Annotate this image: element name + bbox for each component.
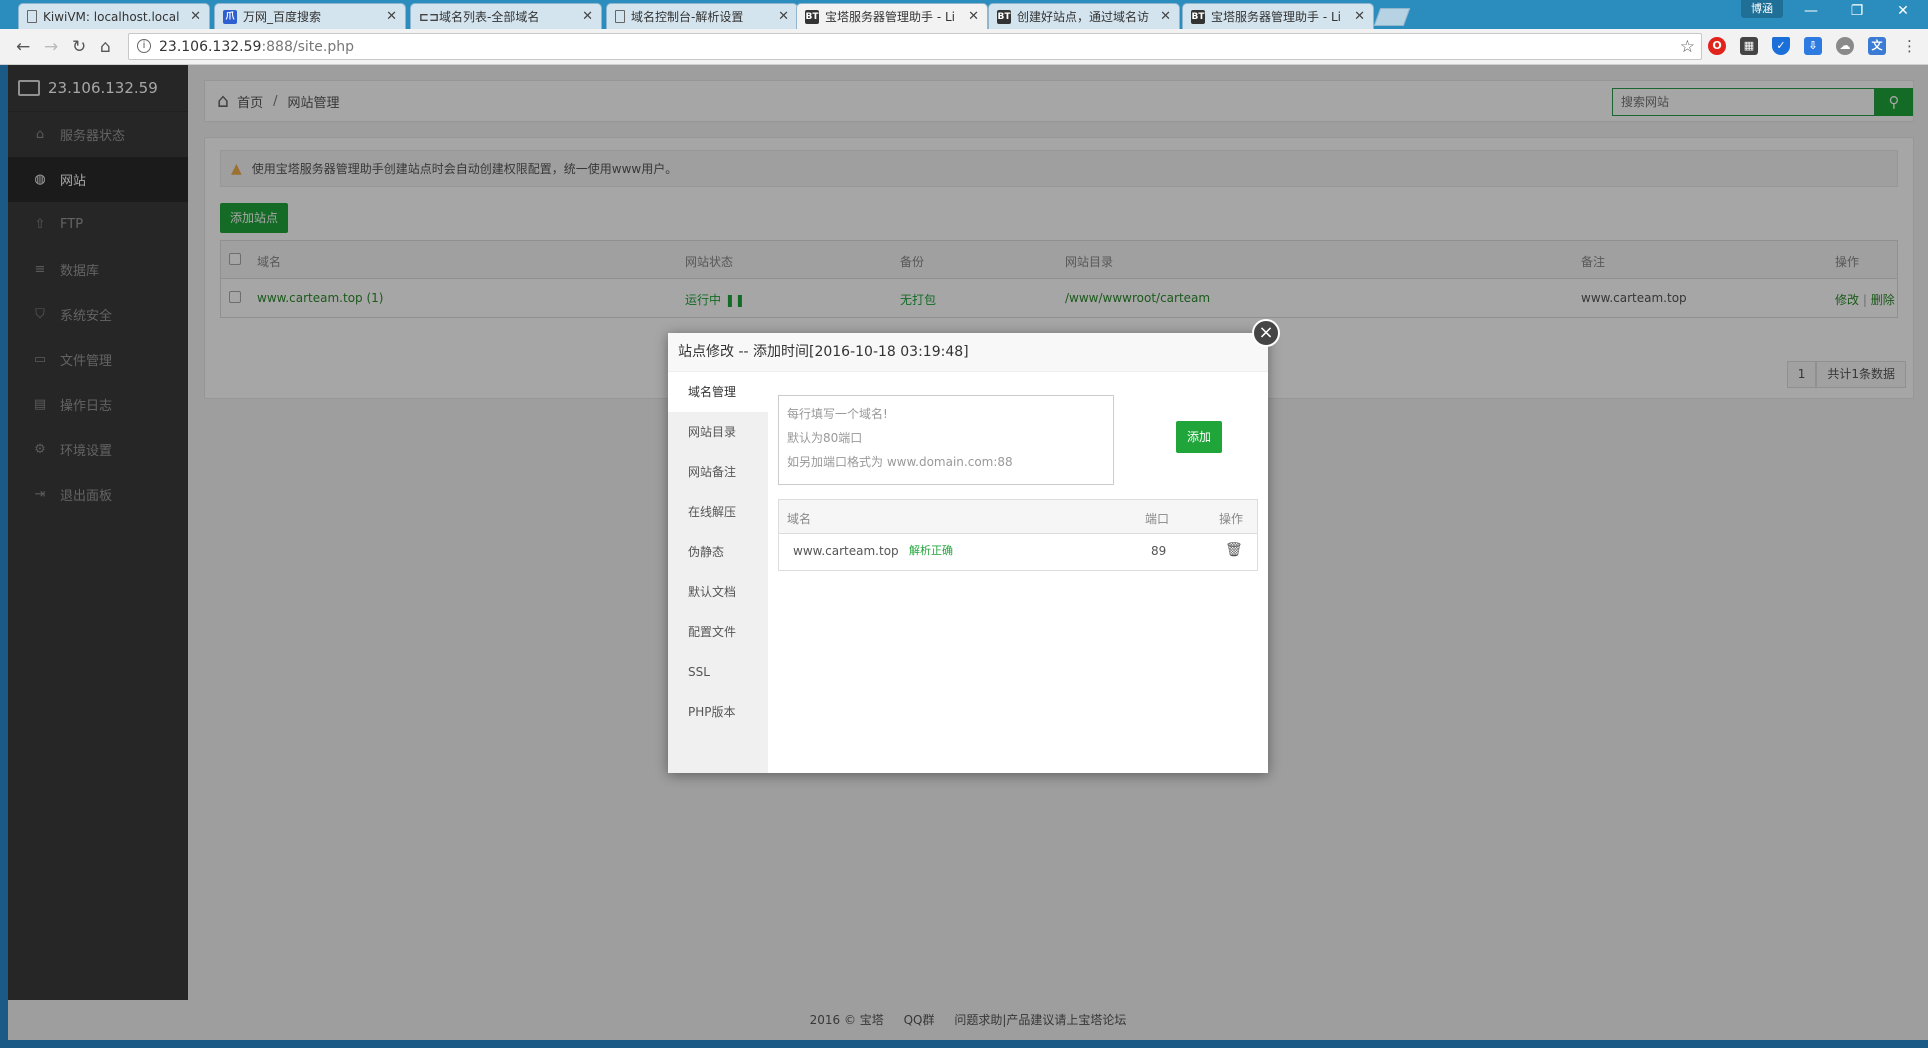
back-icon[interactable]: ← <box>16 37 30 57</box>
header-ops: 操作 <box>1219 512 1244 526</box>
opera-extension-icon[interactable]: O <box>1708 37 1726 55</box>
domain-textarea[interactable]: 每行填写一个域名! 默认为80端口 如另加端口格式为 www.domain.co… <box>778 395 1114 485</box>
textarea-hint: 每行填写一个域名! <box>787 407 888 421</box>
trash-icon[interactable]: 🗑 <box>1225 542 1243 558</box>
browser-tab[interactable]: KiwiVM: localhost.local ✕ <box>18 3 210 29</box>
close-icon[interactable]: ✕ <box>190 9 201 24</box>
bt-icon: BT <box>805 9 819 24</box>
bt-icon: BT <box>1191 9 1205 24</box>
resolve-status[interactable]: 解析正确 <box>909 542 953 558</box>
browser-tab-active[interactable]: BT 宝塔服务器管理助手 - Li ✕ <box>796 3 988 29</box>
browser-tab-bar: KiwiVM: localhost.local ✕ 爪 万网_百度搜索 ✕ ⊏⊐… <box>0 0 1928 29</box>
dialog-title: 站点修改 -- 添加时间[2016-10-18 03:19:48] <box>668 333 1268 372</box>
add-domain-button[interactable]: 添加 <box>1176 421 1222 453</box>
domain-table: 域名 端口 操作 www.carteam.top 解析正确 89 🗑 <box>778 499 1258 571</box>
forward-icon[interactable]: → <box>44 37 58 57</box>
new-tab-button[interactable] <box>1373 8 1411 26</box>
link-icon: ⊏⊐ <box>419 9 440 24</box>
tab-domain-manage[interactable]: 域名管理 <box>668 372 768 412</box>
tab-site-note[interactable]: 网站备注 <box>668 452 768 492</box>
baidu-icon: 爪 <box>223 9 237 24</box>
info-icon[interactable]: i <box>137 39 151 53</box>
url-bar[interactable]: i 23.106.132.59:888/site.php ☆ <box>128 33 1702 60</box>
domain-port: 89 <box>1151 544 1167 558</box>
translate-extension-icon[interactable]: 文 <box>1868 37 1886 55</box>
shield-extension-icon[interactable]: ✓ <box>1772 37 1790 55</box>
tab-default-doc[interactable]: 默认文档 <box>668 572 768 612</box>
close-icon[interactable]: ✕ <box>582 9 593 24</box>
home-page-icon[interactable]: ⌂ <box>100 37 111 57</box>
textarea-hint: 如另加端口格式为 www.domain.com:88 <box>787 455 1013 469</box>
url-text: 23.106.132.59:888/site.php <box>159 39 354 55</box>
tab-label: 万网_百度搜索 <box>243 10 322 24</box>
tab-label: 宝塔服务器管理助手 - Li <box>1211 10 1341 24</box>
bt-icon: BT <box>997 9 1011 24</box>
browser-tab[interactable]: BT 创建好站点，通过域名访 ✕ <box>988 3 1180 29</box>
domain-table-header: 域名 端口 操作 <box>779 500 1257 534</box>
browser-tab[interactable]: ⊏⊐ 域名列表-全部域名 ✕ <box>410 3 602 29</box>
minimize-icon[interactable]: — <box>1788 3 1834 19</box>
reload-icon[interactable]: ↻ <box>72 37 86 57</box>
close-icon[interactable]: ✕ <box>1354 9 1365 24</box>
site-edit-dialog: 站点修改 -- 添加时间[2016-10-18 03:19:48] × 域名管理… <box>668 319 1280 773</box>
tab-label: 创建好站点，通过域名访 <box>1017 10 1150 24</box>
header-domain: 域名 <box>787 512 812 526</box>
restore-icon[interactable]: ❐ <box>1834 3 1880 19</box>
browser-tab[interactable]: 域名控制台-解析设置 ✕ <box>606 3 798 29</box>
tab-site-dir[interactable]: 网站目录 <box>668 412 768 452</box>
browser-tab[interactable]: BT 宝塔服务器管理助手 - Li ✕ <box>1182 3 1374 29</box>
tab-rewrite[interactable]: 伪静态 <box>668 532 768 572</box>
tab-ssl[interactable]: SSL <box>668 652 768 692</box>
domain-name: www.carteam.top <box>793 544 899 558</box>
textarea-hint: 默认为80端口 <box>787 431 863 445</box>
download-extension-icon[interactable]: ⇩ <box>1804 37 1822 55</box>
page-icon <box>615 10 625 23</box>
cloud-extension-icon[interactable]: ☁ <box>1836 37 1854 55</box>
header-port: 端口 <box>1145 512 1170 526</box>
tab-label: KiwiVM: localhost.local <box>43 9 180 24</box>
page-icon <box>27 10 37 23</box>
close-icon[interactable]: ✕ <box>1160 9 1171 24</box>
tab-label: 域名列表-全部域名 <box>439 10 540 24</box>
bookmark-star-icon[interactable]: ☆ <box>1680 37 1695 57</box>
close-icon[interactable]: × <box>1252 319 1280 347</box>
profile-badge[interactable]: 博涵 <box>1741 0 1783 18</box>
close-window-icon[interactable]: ✕ <box>1880 3 1926 19</box>
tab-php-version[interactable]: PHP版本 <box>668 692 768 732</box>
table-row: www.carteam.top 解析正确 89 🗑 <box>779 534 1257 570</box>
tab-label: 域名控制台-解析设置 <box>631 10 744 24</box>
tab-unzip[interactable]: 在线解压 <box>668 492 768 532</box>
close-icon[interactable]: ✕ <box>386 9 397 24</box>
tab-config-file[interactable]: 配置文件 <box>668 612 768 652</box>
close-icon[interactable]: ✕ <box>968 9 979 24</box>
qrcode-extension-icon[interactable]: ▦ <box>1740 37 1758 55</box>
close-icon[interactable]: ✕ <box>778 9 789 24</box>
browser-tab[interactable]: 爪 万网_百度搜索 ✕ <box>214 3 406 29</box>
menu-icon[interactable]: ⋮ <box>1902 37 1917 55</box>
tab-label: 宝塔服务器管理助手 - Li <box>825 10 955 24</box>
address-toolbar: ← → ↻ ⌂ i 23.106.132.59:888/site.php ☆ O… <box>0 29 1928 65</box>
dialog-tabs: 域名管理 网站目录 网站备注 在线解压 伪静态 默认文档 配置文件 SSL PH… <box>668 372 768 773</box>
